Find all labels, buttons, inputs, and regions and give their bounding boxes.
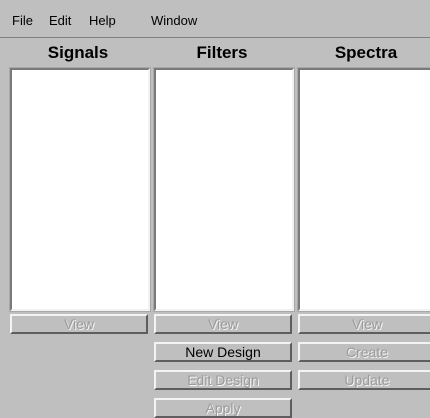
spectra-list[interactable] bbox=[297, 67, 430, 312]
filters-header: Filters bbox=[196, 43, 248, 62]
filters-view-button[interactable]: View bbox=[154, 314, 292, 334]
signals-header: Signals bbox=[47, 43, 109, 62]
signals-list[interactable] bbox=[9, 67, 151, 312]
menu-help[interactable]: Help bbox=[89, 13, 116, 29]
new-design-button[interactable]: New Design bbox=[154, 342, 292, 362]
edit-design-button[interactable]: Edit Design bbox=[154, 370, 292, 390]
menu-window[interactable]: Window bbox=[151, 13, 197, 29]
spectra-view-button[interactable]: View bbox=[298, 314, 430, 334]
sptool-window: File Edit Help Window Signals View Filte… bbox=[0, 0, 430, 418]
menu-file[interactable]: File bbox=[12, 13, 33, 29]
create-button[interactable]: Create bbox=[298, 342, 430, 362]
signals-view-button[interactable]: View bbox=[10, 314, 148, 334]
menu-bar: File Edit Help Window bbox=[0, 0, 430, 38]
spectra-header: Spectra bbox=[334, 43, 398, 62]
menu-edit[interactable]: Edit bbox=[49, 13, 71, 29]
update-button[interactable]: Update bbox=[298, 370, 430, 390]
apply-button[interactable]: Apply bbox=[154, 398, 292, 418]
filters-list[interactable] bbox=[153, 67, 295, 312]
